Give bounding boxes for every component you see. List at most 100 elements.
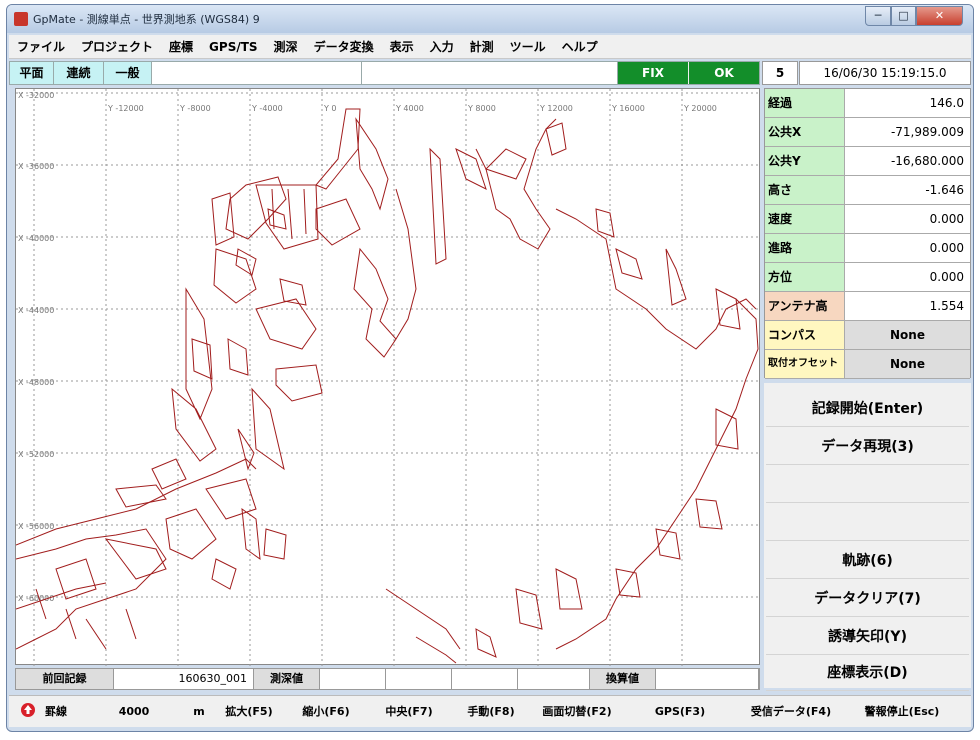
readout-row: コンパス None — [765, 321, 970, 350]
survey-track — [235, 208, 287, 276]
menu-gps-ts[interactable]: GPS/TS — [201, 35, 266, 59]
readout-label: 取付オフセット — [765, 350, 845, 378]
manual-button[interactable]: 手動(F8) — [457, 702, 525, 722]
readout-label: 公共X — [765, 118, 845, 146]
grid-value: 4000 — [118, 705, 150, 718]
alarm-stop-button[interactable]: 警報停止(Esc) — [847, 702, 957, 722]
record-bar: 前回記録 160630_001 測深値 換算値 — [15, 668, 760, 690]
track-button[interactable]: 軌跡(6) — [766, 543, 969, 579]
received-data-button[interactable]: 受信データ(F4) — [739, 702, 843, 722]
readout-label: 速度 — [765, 205, 845, 233]
converted-value — [656, 669, 759, 689]
zoom-out-button[interactable]: 縮小(F6) — [291, 702, 361, 722]
survey-track — [211, 528, 287, 590]
data-replay-button[interactable]: データ再現(3) — [766, 429, 969, 465]
readout-label: アンテナ高 — [765, 292, 845, 320]
menu-project[interactable]: プロジェクト — [73, 35, 161, 59]
menu-file[interactable]: ファイル — [9, 35, 73, 59]
depth-value-4 — [518, 669, 590, 689]
minimize-button[interactable]: ─ — [865, 6, 891, 26]
map-view[interactable]: Y -12000 Y -8000 Y -4000 Y 0 Y 4000 Y 8000 Y 1… — [15, 88, 761, 670]
y-axis-label: X -40000 — [18, 234, 54, 243]
close-button[interactable]: ✕ — [916, 6, 963, 26]
y-axis-label: X -56000 — [18, 522, 54, 531]
alert-icon — [19, 702, 37, 722]
readout-value: 0.000 — [929, 241, 964, 255]
mode-general-button[interactable]: 一般 — [104, 62, 152, 84]
zoom-in-button[interactable]: 拡大(F5) — [214, 702, 284, 722]
readout-label: 高さ — [765, 176, 845, 204]
survey-track — [475, 118, 557, 250]
app-window: GpMate - 測線単点 - 世界測地系 (WGS84) 9 ─ □ ✕ ファ… — [6, 4, 974, 732]
screen-switch-button[interactable]: 画面切替(F2) — [529, 702, 625, 722]
survey-track — [353, 247, 397, 358]
survey-track — [211, 192, 257, 304]
y-axis-label: X -52000 — [18, 450, 54, 459]
menu-input[interactable]: 入力 — [422, 35, 462, 59]
x-axis-label: Y 12000 — [539, 104, 573, 113]
readout-value: 0.000 — [929, 270, 964, 284]
readout-row: 取付オフセット None — [765, 350, 970, 379]
readout-row: 方位 0.000 — [765, 263, 970, 292]
menu-coords[interactable]: 座標 — [161, 35, 201, 59]
previous-record-value: 160630_001 — [114, 669, 254, 689]
center-button[interactable]: 中央(F7) — [374, 702, 444, 722]
coordinate-display-button[interactable]: 座標表示(D) — [766, 655, 969, 691]
grid-label: 罫線 — [45, 705, 67, 718]
survey-track — [415, 628, 497, 664]
survey-track — [355, 117, 389, 211]
status-field-1 — [152, 62, 362, 84]
x-axis-label: Y 4000 — [395, 104, 424, 113]
mode-bar: 平面 連続 一般 FIX OK — [9, 61, 760, 85]
survey-track — [227, 338, 249, 376]
menu-sounding[interactable]: 測深 — [266, 35, 306, 59]
readout-panel: 経過 146.0 公共X -71,989.009 公共Y -16,680.000 高さ -1.… — [764, 88, 971, 379]
readout-row: 速度 0.000 — [765, 205, 970, 234]
gps-button[interactable]: GPS(F3) — [645, 702, 715, 722]
menu-data-convert[interactable]: データ変換 — [306, 35, 382, 59]
survey-track — [385, 588, 461, 650]
readout-label: コンパス — [765, 321, 845, 349]
satellite-count: 5 — [762, 61, 798, 85]
menu-view[interactable]: 表示 — [382, 35, 422, 59]
previous-record-label: 前回記録 — [16, 669, 114, 689]
survey-track — [115, 458, 187, 508]
menu-tools[interactable]: ツール — [502, 35, 554, 59]
mode-continuous-button[interactable]: 連続 — [54, 62, 104, 84]
x-axis-label: Y -12000 — [107, 104, 144, 113]
readout-value: 146.0 — [929, 96, 964, 110]
function-key-bar: 罫線 4000 m 拡大(F5) 縮小(F6) 中央(F7) 手動(F8) 画面… — [9, 695, 971, 727]
x-axis-label: Y 8000 — [467, 104, 496, 113]
menu-help[interactable]: ヘルプ — [554, 35, 606, 59]
map-axis-labels: Y -12000 Y -8000 Y -4000 Y 0 Y 4000 Y 8000 Y 1… — [18, 91, 717, 603]
readout-row: 進路 0.000 — [765, 234, 970, 263]
survey-track — [595, 208, 643, 280]
x-axis-label: Y 0 — [323, 104, 337, 113]
y-axis-label: X -44000 — [18, 306, 54, 315]
survey-track — [665, 248, 741, 330]
maximize-button[interactable]: □ — [891, 6, 916, 26]
readout-row: 高さ -1.646 — [765, 176, 970, 205]
mode-plane-button[interactable]: 平面 — [10, 62, 54, 84]
action-panel: 記録開始(Enter) データ再現(3) 軌跡(6) データクリア(7) 誘導矢… — [764, 383, 971, 691]
readout-label: 経過 — [765, 89, 845, 117]
x-axis-label: Y 20000 — [683, 104, 717, 113]
converted-value-label: 換算値 — [590, 669, 656, 689]
depth-value-1 — [320, 669, 386, 689]
survey-tracks — [15, 108, 759, 664]
datetime-display: 16/06/30 15:19:15.0 — [799, 61, 971, 85]
data-clear-button[interactable]: データクリア(7) — [766, 581, 969, 617]
survey-track — [695, 408, 739, 530]
guidance-arrow-button[interactable]: 誘導矢印(Y) — [766, 619, 969, 655]
survey-track — [237, 387, 285, 471]
readout-row: 経過 146.0 — [765, 89, 970, 118]
title-bar[interactable]: GpMate - 測線単点 - 世界測地系 (WGS84) 9 ─ □ ✕ — [7, 5, 973, 33]
map-canvas[interactable]: Y -12000 Y -8000 Y -4000 Y 0 Y 4000 Y 8000 Y 1… — [15, 89, 761, 670]
readout-value: -71,989.009 — [890, 125, 964, 139]
readout-value: 0.000 — [929, 212, 964, 226]
survey-track — [241, 507, 261, 561]
record-start-button[interactable]: 記録開始(Enter) — [766, 391, 969, 427]
survey-track — [395, 188, 417, 340]
menu-measure[interactable]: 計測 — [462, 35, 502, 59]
survey-track — [515, 568, 583, 630]
